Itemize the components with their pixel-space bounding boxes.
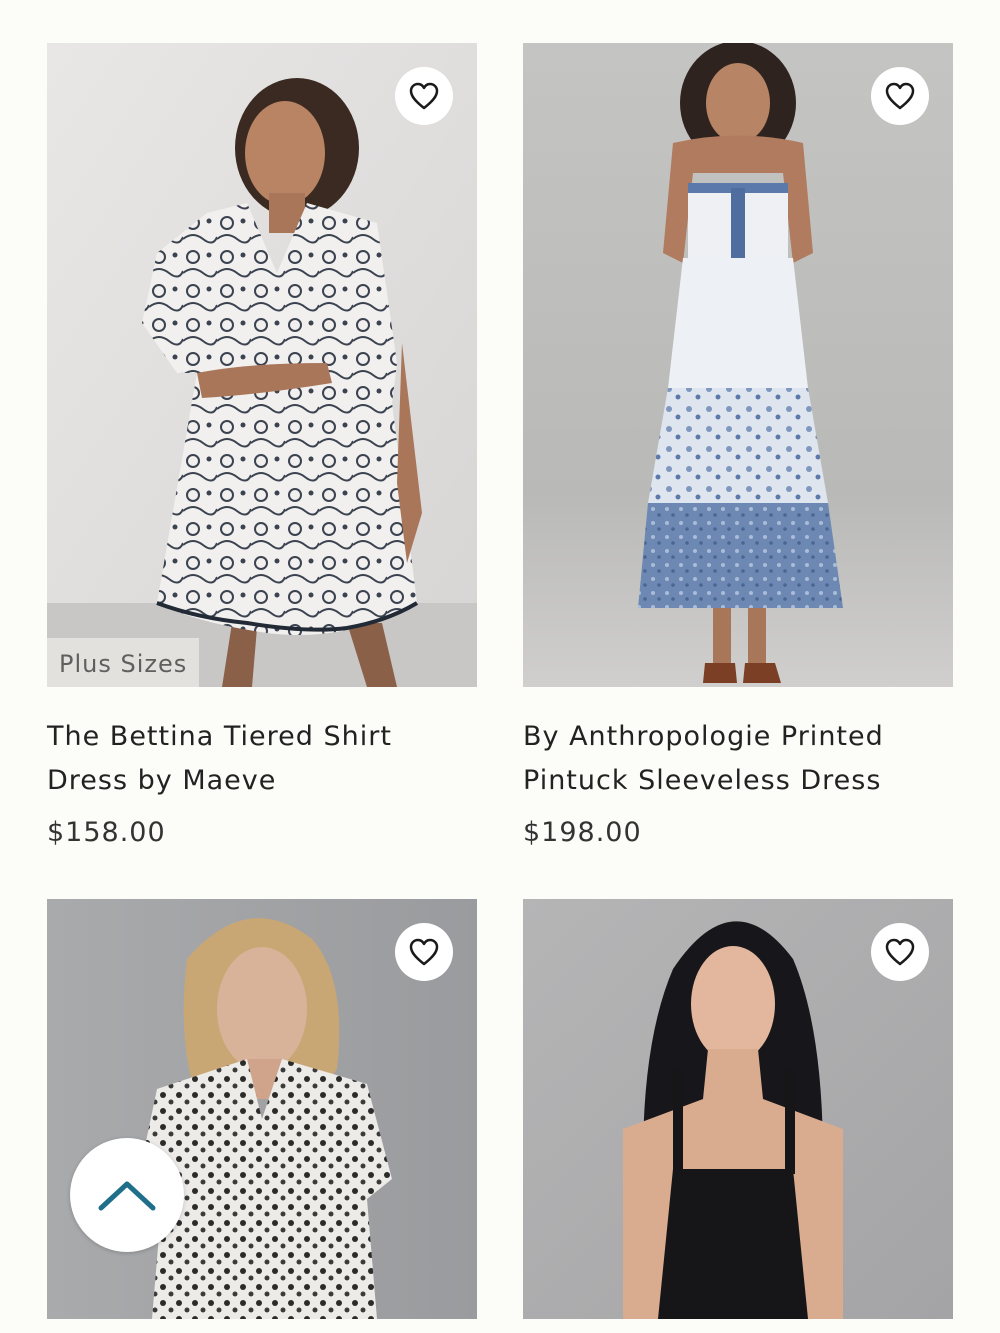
favorite-button[interactable] (395, 923, 453, 981)
heart-icon (885, 82, 915, 110)
product-card[interactable] (523, 899, 953, 1319)
favorite-button[interactable] (395, 67, 453, 125)
product-image[interactable]: Plus Sizes (47, 43, 477, 687)
product-photo (47, 43, 477, 687)
favorite-button[interactable] (871, 67, 929, 125)
product-grid: Plus Sizes The Bettina Tiered Shirt Dres… (47, 43, 953, 1319)
scroll-to-top-button[interactable] (70, 1138, 184, 1252)
product-image[interactable] (523, 899, 953, 1319)
heart-icon (885, 938, 915, 966)
product-card[interactable]: Plus Sizes The Bettina Tiered Shirt Dres… (47, 43, 477, 899)
product-title[interactable]: The Bettina Tiered Shirt Dress by Maeve (47, 715, 467, 803)
product-title[interactable]: By Anthropologie Printed Pintuck Sleevel… (523, 715, 943, 803)
chevron-up-icon (98, 1181, 156, 1211)
heart-icon (409, 938, 439, 966)
favorite-button[interactable] (871, 923, 929, 981)
product-price: $198.00 (523, 817, 642, 848)
plus-sizes-badge: Plus Sizes (47, 638, 200, 687)
product-image[interactable] (523, 43, 953, 687)
product-price: $158.00 (47, 817, 166, 848)
product-card[interactable]: By Anthropologie Printed Pintuck Sleevel… (523, 43, 953, 899)
product-image[interactable] (47, 899, 477, 1319)
product-photo (523, 43, 953, 687)
product-card[interactable] (47, 899, 477, 1319)
heart-icon (409, 82, 439, 110)
